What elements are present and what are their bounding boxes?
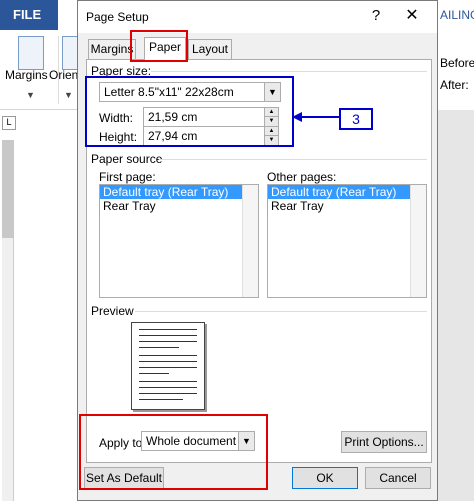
help-button[interactable]: ?	[366, 6, 386, 26]
group-divider	[159, 159, 427, 160]
ribbon-right-edge: AILING Before: After:	[438, 0, 474, 110]
close-button[interactable]: ✕	[400, 5, 424, 27]
preview-line	[139, 393, 197, 394]
preview-line	[139, 387, 197, 388]
dialog-title: Page Setup	[86, 10, 149, 24]
other-pages-label: Other pages:	[267, 170, 337, 184]
tab-margins[interactable]: Margins	[88, 39, 136, 59]
cancel-button[interactable]: Cancel	[365, 467, 431, 489]
document-side-area	[438, 110, 474, 501]
preview-line	[139, 329, 197, 330]
dialog-titlebar[interactable]: Page Setup ? ✕	[78, 1, 437, 33]
preview-line	[139, 355, 197, 356]
orientation-icon[interactable]	[62, 36, 78, 70]
file-tab[interactable]: FILE	[0, 0, 58, 30]
other-pages-list[interactable]: Default tray (Rear Tray) Rear Tray	[267, 184, 427, 298]
preview-line	[139, 373, 169, 374]
tab-selector[interactable]: L	[2, 116, 16, 130]
list-item[interactable]: Rear Tray	[100, 199, 258, 213]
preview-line	[139, 367, 197, 368]
ruler-margin-area	[2, 140, 14, 238]
preview-page	[131, 322, 205, 410]
preview-line	[139, 381, 197, 382]
preview-group-label: Preview	[91, 304, 134, 318]
ok-button[interactable]: OK	[292, 467, 358, 489]
group-divider	[151, 71, 427, 72]
preview-line	[139, 341, 197, 342]
chevron-down-icon: ▼	[64, 90, 73, 100]
list-item[interactable]: Default tray (Rear Tray)	[100, 185, 258, 199]
list-item[interactable]: Default tray (Rear Tray)	[268, 185, 426, 199]
apply-to-highlight	[79, 414, 268, 490]
margins-icon[interactable]	[18, 36, 44, 70]
spacing-after-label: After:	[440, 78, 469, 92]
margins-ribbon-button[interactable]: Margins	[5, 68, 48, 82]
chevron-down-icon: ▼	[26, 90, 35, 100]
paper-source-group-label: Paper source	[91, 152, 163, 166]
scrollbar[interactable]	[242, 185, 258, 297]
first-page-list[interactable]: Default tray (Rear Tray) Rear Tray	[99, 184, 259, 298]
scrollbar[interactable]	[410, 185, 426, 297]
paper-size-highlight	[85, 76, 294, 147]
group-divider	[135, 311, 427, 312]
tab-paper[interactable]: Paper	[144, 37, 186, 60]
arrow-left-icon	[292, 112, 340, 122]
mailings-tab[interactable]: AILING	[440, 8, 474, 22]
print-options-button[interactable]: Print Options...	[341, 431, 427, 453]
preview-line	[139, 335, 197, 336]
step-callout: 3	[339, 108, 373, 130]
preview-line	[139, 347, 179, 348]
list-item[interactable]: Rear Tray	[268, 199, 426, 213]
tab-layout[interactable]: Layout	[188, 39, 232, 59]
spacing-before-label: Before:	[440, 56, 474, 70]
preview-line	[139, 399, 183, 400]
preview-line	[139, 361, 197, 362]
first-page-label: First page:	[99, 170, 156, 184]
vertical-ruler	[2, 140, 14, 501]
